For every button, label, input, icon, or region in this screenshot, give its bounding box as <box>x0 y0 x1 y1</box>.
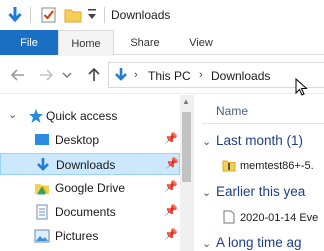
scroll-up-arrow-icon[interactable]: ▲ <box>182 97 190 106</box>
toolbar-divider <box>30 7 31 23</box>
nav-item-quick-access[interactable]: ⌄ Quick access <box>0 105 180 127</box>
scrollbar-thumb[interactable] <box>182 112 191 182</box>
navigation-bar: › This PC › Downloads <box>0 56 324 94</box>
pictures-icon <box>34 228 50 244</box>
chevron-down-icon[interactable]: ⌄ <box>8 108 17 121</box>
downloads-icon <box>35 157 51 173</box>
new-folder-icon[interactable] <box>64 6 82 29</box>
star-icon <box>28 108 44 124</box>
nav-item-google-drive[interactable]: Google Drive 📌 <box>0 177 180 199</box>
file-list: Name ⌄ Last month (1) memtest86+-5. ⌄ Earl… <box>194 95 324 251</box>
pin-icon[interactable]: 📌 <box>164 180 178 193</box>
list-item[interactable]: memtest86+-5. <box>222 158 314 172</box>
list-item[interactable]: 2020-01-14 Eve <box>222 210 318 224</box>
pin-icon[interactable]: 📌 <box>164 228 178 241</box>
chevron-down-icon: ⌄ <box>202 136 212 148</box>
toolbar-divider <box>104 7 105 23</box>
navigation-pane: ⌄ Quick access Desktop 📌 Downloads 📌 Goo… <box>0 95 193 251</box>
pin-icon[interactable]: 📌 <box>164 132 178 145</box>
chevron-down-icon <box>62 72 72 78</box>
file-name: memtest86+-5. <box>240 160 314 172</box>
breadcrumb-separator: › <box>134 69 138 81</box>
ribbon-tabs: File Home Share View <box>0 30 324 56</box>
customize-dropdown-icon[interactable] <box>86 8 98 27</box>
zip-folder-icon <box>222 158 236 172</box>
tab-file[interactable]: File <box>0 30 58 55</box>
tab-share[interactable]: Share <box>116 30 174 55</box>
group-label: Earlier this yea <box>216 184 306 199</box>
file-name: 2020-01-14 Eve <box>240 212 319 224</box>
up-arrow-icon <box>88 67 100 81</box>
back-arrow-icon <box>10 69 24 81</box>
group-header-last-month[interactable]: ⌄ Last month (1) <box>202 133 303 148</box>
back-button[interactable] <box>8 65 28 85</box>
address-bar[interactable]: › This PC › Downloads <box>108 62 324 88</box>
properties-icon[interactable] <box>40 6 58 29</box>
pin-icon[interactable]: 📌 <box>164 204 178 217</box>
nav-item-label: Documents <box>55 205 116 219</box>
breadcrumb-separator: › <box>199 69 203 81</box>
nav-item-desktop[interactable]: Desktop 📌 <box>0 129 180 151</box>
down-arrow-icon[interactable] <box>6 6 24 29</box>
document-file-icon <box>222 210 236 224</box>
google-drive-icon <box>34 180 50 196</box>
nav-item-pictures[interactable]: Pictures 📌 <box>0 225 180 247</box>
tab-home[interactable]: Home <box>58 30 114 56</box>
chevron-down-icon: ⌄ <box>202 187 212 199</box>
group-label: A long time ag <box>216 235 302 250</box>
title-bar: Downloads <box>0 0 324 30</box>
forward-arrow-icon <box>40 69 54 81</box>
documents-icon <box>34 204 50 220</box>
breadcrumb-this-pc[interactable]: This PC <box>148 69 191 83</box>
nav-item-label: Desktop <box>55 133 100 147</box>
group-label: Last month (1) <box>216 133 304 148</box>
nav-item-label: Google Drive <box>55 181 126 195</box>
nav-item-downloads[interactable]: Downloads 📌 <box>0 153 180 175</box>
forward-button[interactable] <box>36 65 56 85</box>
group-header-long-time-ago[interactable]: ⌄ A long time ag <box>202 235 302 250</box>
column-header-divider <box>202 123 324 124</box>
window-title: Downloads <box>111 8 171 22</box>
nav-item-label: Quick access <box>46 109 118 123</box>
group-header-earlier-this-year[interactable]: ⌄ Earlier this yea <box>202 184 305 199</box>
mouse-cursor-icon <box>295 77 309 98</box>
tab-view[interactable]: View <box>174 30 228 55</box>
nav-item-documents[interactable]: Documents 📌 <box>0 201 180 223</box>
pin-icon[interactable]: 📌 <box>165 157 179 170</box>
nav-item-label: Downloads <box>56 158 116 172</box>
breadcrumb-downloads[interactable]: Downloads <box>211 69 270 83</box>
chevron-down-icon: ⌄ <box>202 238 212 250</box>
desktop-icon <box>34 132 50 148</box>
downloads-icon <box>113 67 129 88</box>
nav-item-label: Pictures <box>55 229 99 243</box>
recent-locations-button[interactable] <box>60 65 74 85</box>
up-button[interactable] <box>84 65 104 85</box>
column-header-name[interactable]: Name <box>216 104 248 118</box>
